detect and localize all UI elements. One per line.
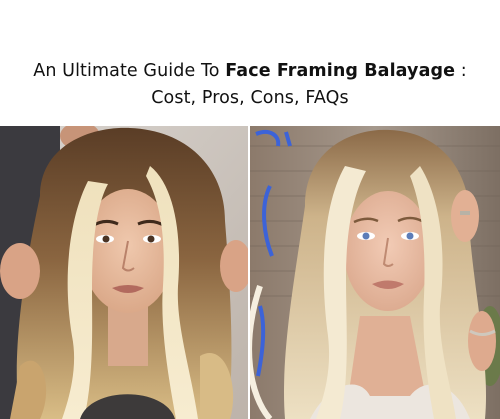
page: An Ultimate Guide To Face Framing Balaya…: [0, 0, 500, 419]
right-balayage-photo: [250, 126, 500, 419]
title-suffix: :: [455, 61, 467, 81]
photo-collage: [0, 126, 500, 419]
title-subtitle: Cost, Pros, Cons, FAQs: [151, 88, 349, 108]
page-title: An Ultimate Guide To Face Framing Balaya…: [0, 58, 500, 112]
title-prefix: An Ultimate Guide To: [33, 61, 226, 81]
title-bold: Face Framing Balayage: [225, 61, 456, 81]
left-balayage-photo: [0, 126, 248, 419]
